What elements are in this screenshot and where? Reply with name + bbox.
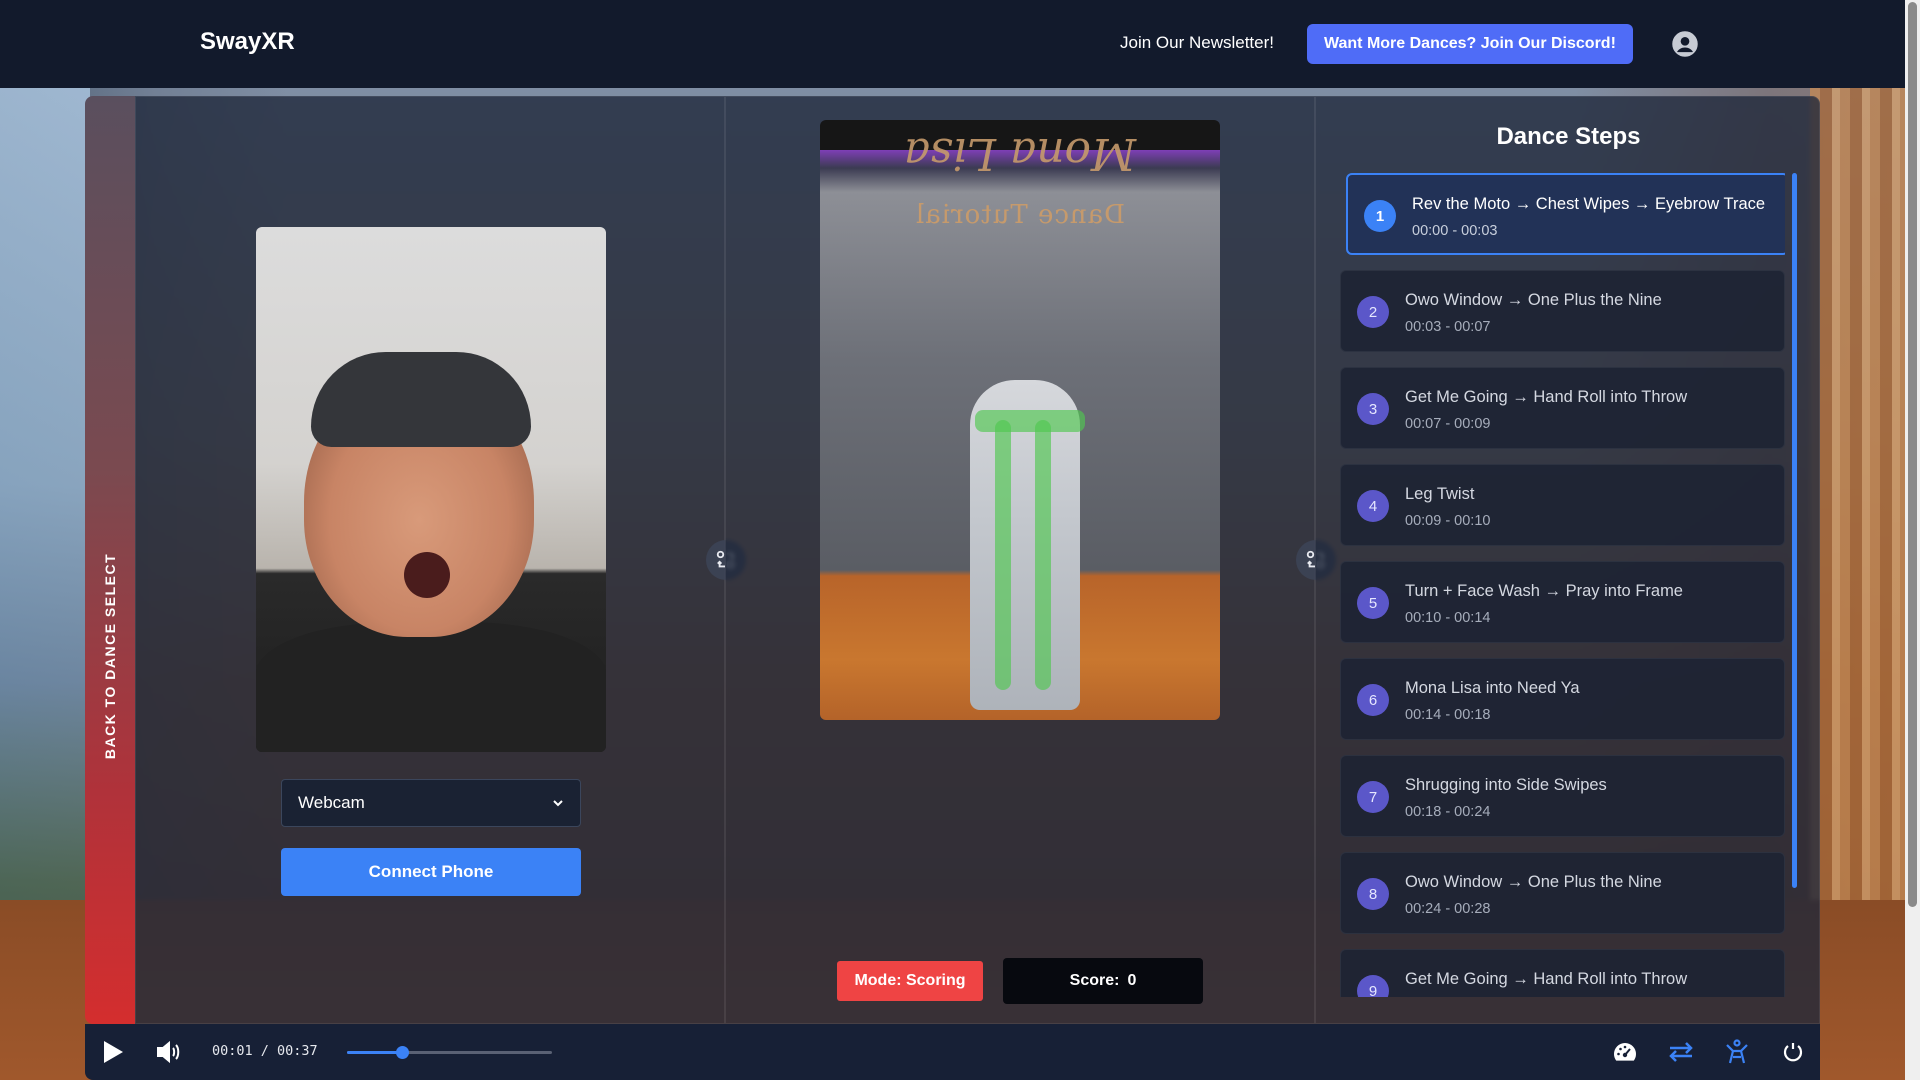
video-player-controls: 00:01 / 00:37	[85, 1024, 1820, 1080]
seek-progress	[347, 1051, 403, 1054]
dance-step-item[interactable]: 4 Leg Twist 00:09 - 00:10	[1340, 464, 1785, 546]
webcam-person-cap	[311, 352, 531, 447]
step-time: 00:03 - 00:07	[1405, 319, 1491, 335]
step-name: Leg Twist	[1405, 485, 1475, 503]
back-to-dance-select[interactable]: BACK TO DANCE SELECT	[85, 96, 135, 1024]
pose-overlay-torso-right	[1035, 420, 1051, 690]
tutorial-panel: Mona Lisa Dance Tutorial Mode: Scoring S…	[725, 96, 1336, 1024]
step-number: 1	[1364, 200, 1396, 232]
step-number: 8	[1357, 878, 1389, 910]
step-number: 9	[1357, 975, 1389, 997]
pose-overlay-torso-left	[995, 420, 1011, 690]
step-number: 3	[1357, 393, 1389, 425]
dance-step-item[interactable]: 2 Owo Window → One Plus the Nine 00:03 -…	[1340, 270, 1785, 352]
back-label: BACK TO DANCE SELECT	[102, 552, 118, 760]
speed-gauge-icon[interactable]	[1611, 1038, 1639, 1066]
video-title-sub: Dance Tutorial	[914, 200, 1126, 230]
step-time: 00:18 - 00:24	[1405, 804, 1491, 820]
tutorial-video[interactable]: Mona Lisa Dance Tutorial	[820, 120, 1220, 720]
dance-steps-list[interactable]: 1 Rev the Moto → Chest Wipes → Eyebrow T…	[1340, 173, 1785, 997]
dance-step-item[interactable]: 1 Rev the Moto → Chest Wipes → Eyebrow T…	[1346, 173, 1785, 255]
step-time: 00:09 - 00:10	[1405, 513, 1491, 529]
timecode: 00:01 / 00:37	[212, 1043, 318, 1059]
dance-steps-panel: Dance Steps 1 Rev the Moto → Chest Wipes…	[1315, 96, 1820, 1024]
volume-icon[interactable]	[155, 1038, 183, 1066]
discord-button[interactable]: Want More Dances? Join Our Discord!	[1307, 24, 1633, 64]
reset-icon[interactable]	[1779, 1038, 1807, 1066]
pose-overlay-arms	[975, 410, 1085, 432]
mode-badge[interactable]: Mode: Scoring	[837, 961, 983, 1001]
score-label: Score:	[1069, 972, 1120, 989]
webcam-person-shirt	[256, 622, 606, 752]
step-number: 4	[1357, 490, 1389, 522]
dance-step-item[interactable]: 5 Turn + Face Wash → Pray into Frame 00:…	[1340, 561, 1785, 643]
step-name: Rev the Moto → Chest Wipes → Eyebrow Tra…	[1412, 195, 1766, 213]
step-name: Get Me Going → Hand Roll into Throw	[1405, 970, 1688, 988]
seek-slider[interactable]	[347, 1046, 552, 1059]
step-time: 00:24 - 00:28	[1405, 901, 1491, 917]
connect-phone-button[interactable]: Connect Phone	[281, 848, 581, 896]
top-navbar: SwayXR Join Our Newsletter! Want More Da…	[0, 0, 1905, 88]
step-name: Turn + Face Wash → Pray into Frame	[1405, 582, 1683, 600]
dance-step-item[interactable]: 8 Owo Window → One Plus the Nine 00:24 -…	[1340, 852, 1785, 934]
steps-scrollbar[interactable]	[1792, 173, 1797, 997]
play-icon[interactable]	[99, 1038, 127, 1066]
dance-step-item[interactable]: 9 Get Me Going → Hand Roll into Throw	[1340, 949, 1785, 997]
step-time: 00:10 - 00:14	[1405, 610, 1491, 626]
repeat-icon[interactable]	[1667, 1038, 1695, 1066]
step-time: 00:14 - 00:18	[1405, 707, 1491, 723]
step-name: Owo Window → One Plus the Nine	[1405, 873, 1662, 891]
webcam-person-mouth	[404, 552, 450, 598]
step-name: Shrugging into Side Swipes	[1405, 776, 1607, 794]
score-value: 0	[1127, 972, 1137, 989]
step-time: 00:07 - 00:09	[1405, 416, 1491, 432]
dance-step-item[interactable]: 7 Shrugging into Side Swipes 00:18 - 00:…	[1340, 755, 1785, 837]
step-name: Get Me Going → Hand Roll into Throw	[1405, 388, 1688, 406]
account-circle-icon[interactable]	[1672, 31, 1698, 57]
camera-source-select[interactable]: Webcam	[281, 779, 581, 827]
step-number: 2	[1357, 296, 1389, 328]
dance-steps-title: Dance Steps	[1496, 123, 1641, 150]
step-name: Owo Window → One Plus the Nine	[1405, 291, 1662, 309]
page-scrollbar-thumb[interactable]	[1908, 2, 1917, 907]
step-number: 6	[1357, 684, 1389, 716]
newsletter-link[interactable]: Join Our Newsletter!	[1120, 33, 1274, 53]
seek-handle[interactable]	[396, 1046, 410, 1059]
camera-source-value: Webcam	[298, 793, 365, 812]
pose-skeleton-icon[interactable]	[1723, 1038, 1751, 1066]
steps-scrollbar-thumb[interactable]	[1792, 173, 1797, 888]
dance-step-item[interactable]: 3 Get Me Going → Hand Roll into Throw 00…	[1340, 367, 1785, 449]
step-time: 00:00 - 00:03	[1412, 223, 1498, 239]
chevron-down-icon	[553, 800, 563, 807]
step-number: 7	[1357, 781, 1389, 813]
webcam-panel: Webcam Connect Phone	[135, 96, 746, 1024]
step-number: 5	[1357, 587, 1389, 619]
dance-step-item[interactable]: 6 Mona Lisa into Need Ya 00:14 - 00:18	[1340, 658, 1785, 740]
video-title-script: Mona Lisa	[903, 128, 1137, 179]
brand-logo[interactable]: SwayXR	[200, 28, 295, 56]
webcam-feed	[256, 227, 606, 752]
page-scrollbar[interactable]	[1905, 0, 1920, 1080]
step-name: Mona Lisa into Need Ya	[1405, 679, 1580, 697]
score-display: Score: 0	[1003, 958, 1203, 1004]
